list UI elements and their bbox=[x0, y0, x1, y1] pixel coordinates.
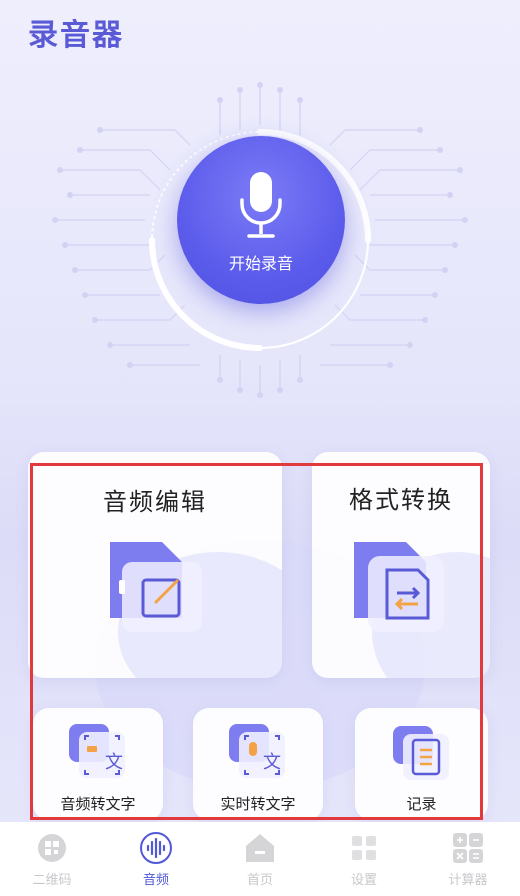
format-convert-card[interactable]: 格式转换 bbox=[312, 452, 490, 678]
tab-settings[interactable]: 设置 bbox=[312, 822, 416, 896]
qr-icon bbox=[38, 833, 66, 862]
tab-label: 音频 bbox=[142, 872, 169, 888]
audio-to-text-label: 音频转文字 bbox=[60, 795, 136, 813]
tab-label: 首页 bbox=[246, 872, 273, 888]
start-recording-label: 开始录音 bbox=[228, 254, 293, 273]
tab-audio[interactable]: 音频 bbox=[104, 822, 208, 896]
home-icon bbox=[246, 833, 274, 862]
records-icon bbox=[393, 726, 449, 780]
realtime-to-text-icon: 文 bbox=[229, 724, 285, 778]
tab-label: 二维码 bbox=[32, 872, 72, 888]
svg-text:文: 文 bbox=[263, 752, 281, 773]
tab-calculator[interactable]: 计算器 bbox=[416, 822, 520, 896]
tab-qrcode[interactable]: 二维码 bbox=[0, 822, 104, 896]
audio-to-text-card[interactable]: 文 音频转文字 bbox=[33, 708, 163, 820]
edit-file-icon bbox=[110, 542, 202, 632]
tab-label: 设置 bbox=[350, 872, 377, 888]
audio-edit-title: 音频编辑 bbox=[103, 488, 207, 516]
realtime-to-text-card[interactable]: 文 实时转文字 bbox=[193, 708, 323, 820]
records-card[interactable]: 记录 bbox=[355, 708, 488, 820]
audio-to-text-icon: 文 bbox=[69, 724, 125, 778]
format-convert-title: 格式转换 bbox=[349, 486, 453, 514]
audio-edit-card[interactable]: 音频编辑 bbox=[28, 452, 282, 678]
bottom-tab-bar: 二维码 音频 首页 设置 计算器 bbox=[0, 822, 520, 896]
realtime-to-text-label: 实时转文字 bbox=[220, 795, 296, 813]
settings-grid-icon bbox=[352, 835, 376, 860]
records-label: 记录 bbox=[406, 795, 437, 813]
tab-home[interactable]: 首页 bbox=[208, 822, 312, 896]
tab-label: 计算器 bbox=[448, 872, 488, 888]
microphone-icon bbox=[240, 172, 282, 238]
calculator-icon bbox=[453, 832, 483, 863]
svg-text:文: 文 bbox=[105, 752, 123, 773]
start-recording-button[interactable]: 开始录音 bbox=[177, 136, 345, 304]
convert-file-icon bbox=[354, 542, 444, 632]
audio-wave-icon bbox=[140, 831, 172, 864]
app-title: 录音器 bbox=[28, 18, 124, 53]
